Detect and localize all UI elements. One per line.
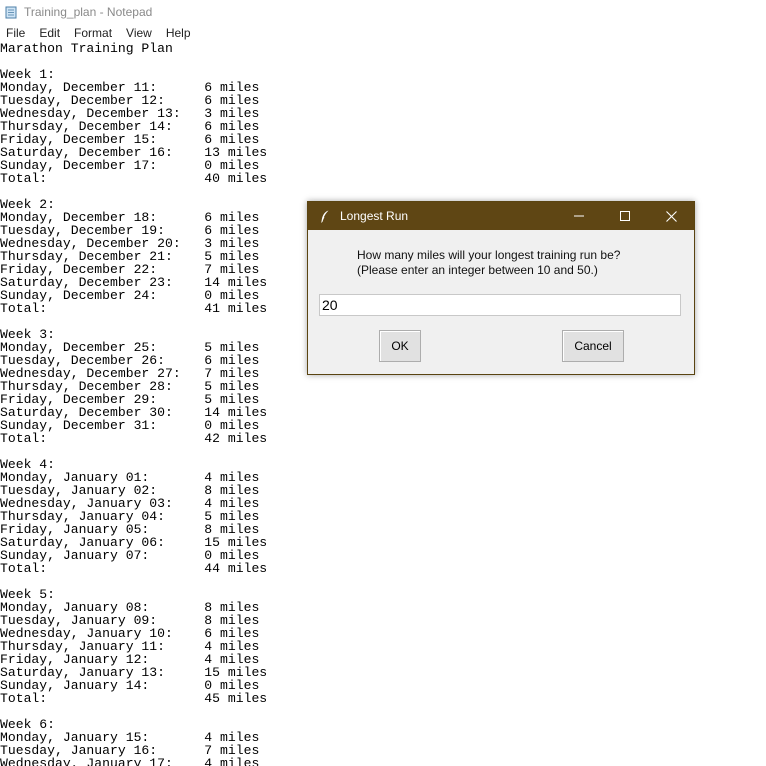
prompt-line-2: (Please enter an integer between 10 and … [357, 263, 598, 277]
document-line: Total: 40 miles [0, 171, 268, 186]
document-line: Total: 44 miles [0, 561, 268, 576]
document-line: Marathon Training Plan [0, 42, 173, 56]
cancel-button[interactable]: Cancel [562, 330, 624, 362]
feather-icon [318, 209, 332, 223]
minimize-icon[interactable] [556, 202, 602, 230]
menu-help[interactable]: Help [159, 24, 198, 42]
document-text[interactable]: Marathon Training Plan Week 1: Monday, De… [0, 42, 766, 766]
maximize-icon[interactable] [602, 202, 648, 230]
menu-view[interactable]: View [119, 24, 159, 42]
document-line: Total: 45 miles [0, 691, 268, 706]
document-line: Wednesday, January 17: 4 miles [0, 756, 260, 766]
menu-bar: File Edit Format View Help [0, 24, 766, 43]
document-line: Total: 42 miles [0, 431, 268, 446]
dialog-titlebar[interactable]: Longest Run [308, 202, 694, 230]
dialog-title: Longest Run [340, 209, 409, 223]
text-editor[interactable]: Marathon Training Plan Week 1: Monday, De… [0, 42, 766, 766]
window-titlebar: Training_plan - Notepad [0, 0, 766, 24]
close-icon[interactable] [648, 202, 694, 230]
miles-input[interactable]: 20 [319, 294, 681, 316]
menu-format[interactable]: Format [67, 24, 119, 42]
ok-button[interactable]: OK [379, 330, 421, 362]
window-title: Training_plan - Notepad [24, 5, 153, 19]
dialog-prompt: How many miles will your longest trainin… [357, 248, 620, 278]
menu-edit[interactable]: Edit [32, 24, 67, 42]
notepad-icon [4, 5, 18, 19]
menu-file[interactable]: File [0, 24, 32, 42]
longest-run-dialog: Longest Run How many miles will your lon… [307, 201, 695, 375]
prompt-line-1: How many miles will your longest trainin… [357, 248, 621, 262]
